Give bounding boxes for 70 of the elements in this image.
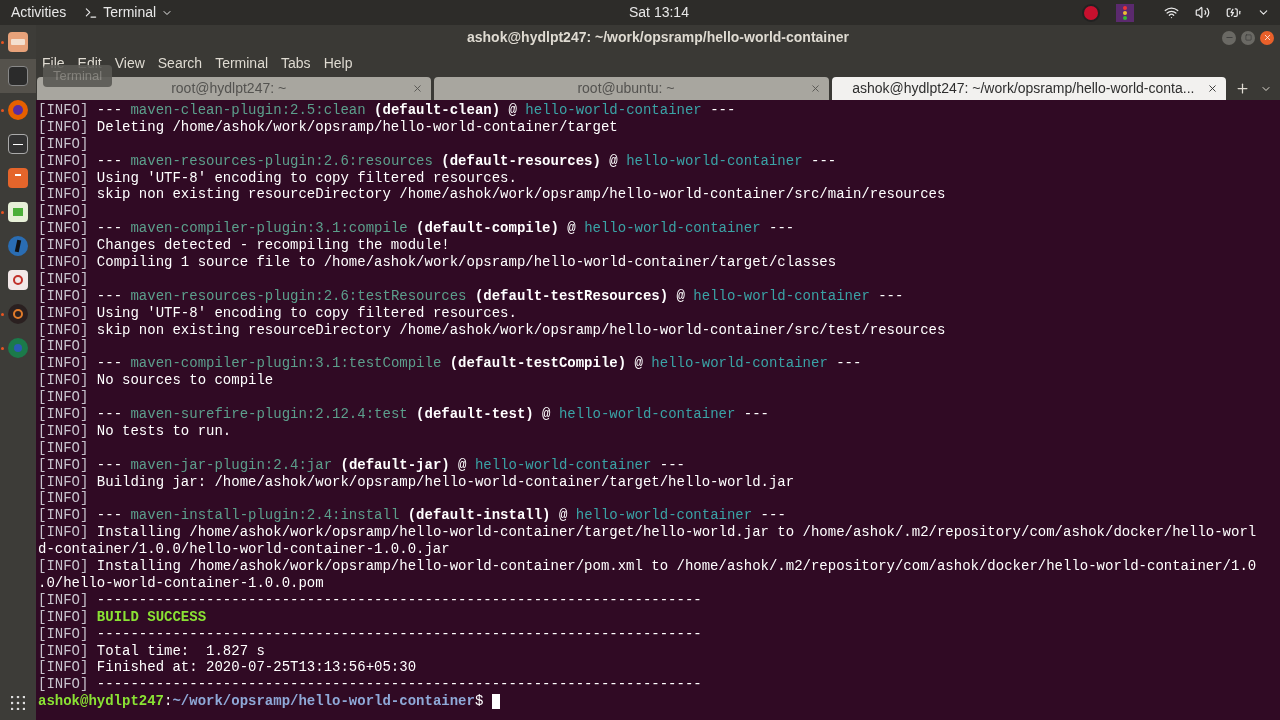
- terminal-line: [INFO] Total time: 1.827 s: [38, 642, 265, 660]
- terminal-line: [INFO] --- maven-jar-plugin:2.4:jar (default-jar) @ hello-world-container ---: [38, 456, 685, 474]
- text-cursor: [491, 694, 500, 710]
- volume-icon[interactable]: [1195, 5, 1210, 20]
- terminal-line: [INFO]: [38, 270, 89, 288]
- terminal-line: [INFO] BUILD SUCCESS: [38, 608, 207, 626]
- terminal-line: [INFO] --- maven-resources-plugin:2.6:resources (default-resources) @ hello-world-container ---: [38, 152, 837, 170]
- terminal-line: [INFO] ------------------------------------------------------------------------: [38, 591, 702, 609]
- running-indicator-icon: [1, 346, 4, 350]
- terminal-line: [INFO] --- maven-compiler-plugin:3.1:testCompile (default-testCompile) @ hello-world-container ---: [38, 355, 862, 373]
- terminal-line: [INFO] skip non existing resourceDirectory /home/ashok/work/opsramp/hello-world-container/src/test/resources: [38, 321, 946, 339]
- terminal-line: [INFO] --- maven-compiler-plugin:3.1:compile (default-compile) @ hello-world-container ---: [38, 220, 795, 238]
- wifi-icon[interactable]: [1164, 5, 1179, 20]
- terminal-line: [INFO]: [38, 439, 89, 457]
- menu-item[interactable]: Terminal: [215, 52, 269, 74]
- close-icon: [1262, 33, 1272, 42]
- window-title: ashok@hydlpt247: ~/work/opsramp/hello-world-container: [467, 28, 849, 47]
- terminal-line: [INFO] Using 'UTF-8' encoding to copy filtered resources.: [38, 304, 517, 322]
- terminal-line: [INFO] Building jar: /home/ashok/work/opsramp/hello-world-container/target/hello-world.jar: [38, 473, 795, 491]
- terminal-line: [INFO] No sources to compile: [38, 372, 274, 390]
- terminal-line: [INFO] --- maven-resources-plugin:2.6:testResources (default-testResources) @ hello-world-container ---: [38, 287, 904, 305]
- terminal-line: [INFO] Installing /home/ashok/work/opsramp/hello-world-container/target/hello-world.jar to /home/ashok/.m2/repository/com/ashok/docker/hello-worl: [38, 524, 1257, 542]
- record-icon[interactable]: [1082, 3, 1100, 22]
- terminal-line: [INFO]: [38, 203, 89, 221]
- app-menu[interactable]: Terminal: [84, 2, 174, 23]
- menu-item[interactable]: Search: [157, 52, 203, 74]
- software-store-icon[interactable]: [8, 168, 28, 188]
- terminal-icon[interactable]: [8, 66, 28, 86]
- terminal-line: d-container/1.0.0/hello-world-container-1.0.0.jar: [38, 541, 450, 559]
- terminal-line: [INFO] --- maven-surefire-plugin:2.12.4:test (default-test) @ hello-world-container ---: [38, 406, 769, 423]
- running-indicator-icon: [1, 210, 4, 214]
- terminal-line: [INFO] skip non existing resourceDirectory /home/ashok/work/opsramp/hello-world-container/src/main/resources: [38, 186, 946, 204]
- terminal-line: [INFO]: [38, 338, 89, 356]
- terminal-line: [INFO] Compiling 1 source file to /home/ashok/work/opsramp/hello-world-container/target/classes: [38, 254, 837, 271]
- files-icon[interactable]: [8, 32, 28, 52]
- tab-close-icon[interactable]: [1207, 83, 1218, 94]
- terminal-line: [INFO] --- maven-install-plugin:2.4:install (default-install) @ hello-world-container ---: [38, 507, 786, 525]
- terminal-line: [INFO] No tests to run.: [38, 422, 232, 440]
- terminal-line: [INFO]: [38, 389, 89, 407]
- terminal-line: [INFO] Changes detected - recompiling the module!: [38, 237, 450, 254]
- terminal-icon: [84, 5, 99, 20]
- maximize-icon: [1244, 34, 1252, 41]
- terminal-line: [INFO] Installing /home/ashok/work/opsramp/hello-world-container/pom.xml to /home/ashok/.m2/repository/com/ashok/docker/hello-world-container/1.0: [38, 558, 1257, 575]
- terminal-line: [INFO] Deleting /home/ashok/work/opsramp/hello-world-container/target: [38, 118, 618, 136]
- monitor-icon[interactable]: [8, 134, 28, 154]
- app-grid-icon[interactable]: [11, 696, 25, 710]
- activities-button[interactable]: Activities: [11, 2, 67, 23]
- battery-icon[interactable]: [1226, 5, 1241, 20]
- terminal-line: [INFO] ------------------------------------------------------------------------: [38, 625, 702, 643]
- running-indicator-icon: [1, 40, 4, 44]
- running-indicator-icon: [1, 108, 4, 112]
- menu-item[interactable]: View: [114, 52, 145, 74]
- prompt-line: ashok@hydlpt247:~/work/opsramp/hello-world-container$: [38, 693, 485, 711]
- terminal-line: .0/hello-world-container-1.0.0.pom: [38, 574, 324, 592]
- terminal-line: [INFO] Using 'UTF-8' encoding to copy filtered resources.: [38, 169, 517, 187]
- traffic-light-icon[interactable]: [1116, 3, 1134, 22]
- terminal-line: [INFO] ------------------------------------------------------------------------: [38, 676, 702, 694]
- tab[interactable]: ashok@hydlpt247: ~/work/opsramp/hello-world-conta...: [831, 77, 1226, 100]
- terminal-line: [INFO] --- maven-clean-plugin:2.5:clean (default-clean) @ hello-world-container ---: [38, 102, 736, 119]
- spreadsheet-icon[interactable]: [8, 202, 28, 222]
- terminal-line: [INFO] Finished at: 2020-07-25T13:13:56+05:30: [38, 659, 417, 677]
- new-tab-icon[interactable]: [1235, 81, 1250, 96]
- browser-icon[interactable]: [8, 100, 28, 120]
- running-indicator-icon: [1, 312, 4, 316]
- menu-item[interactable]: Help: [323, 52, 353, 74]
- clock[interactable]: Sat 13:14: [629, 2, 689, 23]
- terminal-line: [INFO]: [38, 490, 89, 508]
- terminal-line: [INFO]: [38, 135, 89, 153]
- menu-item[interactable]: Tabs: [281, 52, 311, 74]
- close-button[interactable]: [1260, 30, 1274, 45]
